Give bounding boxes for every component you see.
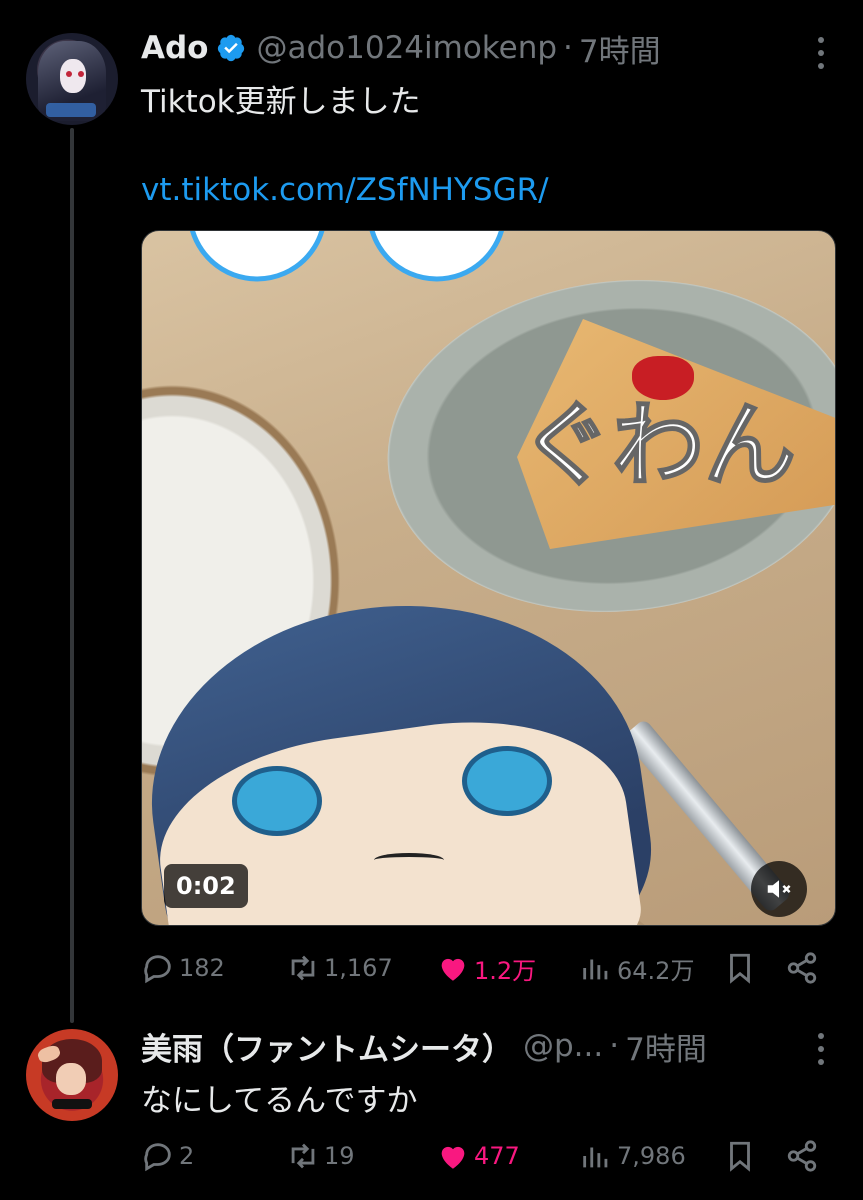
tweet-actions: 182 1,167 1.2万 64.2万 — [141, 948, 821, 988]
retweet-button[interactable]: 1,167 — [286, 948, 393, 988]
reply-icon — [144, 1143, 171, 1172]
handle[interactable]: @ado1024imokenp — [256, 30, 557, 66]
reply-header: 美雨（ファントムシータ） @p... · 7時間 — [141, 1024, 707, 1068]
separator: · — [563, 30, 573, 66]
views-count: 64.2万 — [617, 956, 695, 985]
reply-text: なにしてるんですか — [141, 1083, 418, 1119]
video-duration: 0:02 — [164, 864, 248, 908]
like-button[interactable]: 477 — [436, 1136, 520, 1176]
reply-icon — [144, 955, 171, 984]
retweet-button[interactable]: 19 — [286, 1136, 355, 1176]
views-icon — [583, 959, 608, 980]
display-name[interactable]: 美雨（ファントムシータ） — [141, 1024, 513, 1069]
reply-actions: 2 19 477 7,986 — [141, 1136, 821, 1176]
tweet-text: Tiktok更新しました — [141, 84, 421, 120]
share-button[interactable] — [785, 948, 823, 988]
handle[interactable]: @p... — [523, 1028, 603, 1064]
video-overlay-text: ぐわん — [519, 391, 797, 500]
timestamp[interactable]: 7時間 — [579, 26, 661, 71]
verified-badge-icon — [216, 33, 246, 63]
like-button[interactable]: 1.2万 — [436, 948, 536, 988]
bookmark-button[interactable] — [723, 948, 761, 988]
tweet-link[interactable]: vt.tiktok.com/ZSfNHYSGR/ — [141, 172, 549, 208]
video-player[interactable]: ぐわん 0:02 — [141, 230, 836, 926]
plush-eye — [232, 766, 322, 836]
tweet-header: Ado @ado1024imokenp · 7時間 — [141, 26, 661, 70]
like-count: 477 — [474, 1142, 520, 1170]
bookmark-button[interactable] — [723, 1136, 761, 1176]
bookmark-icon — [730, 1141, 750, 1172]
avatar[interactable] — [26, 1029, 118, 1121]
timestamp[interactable]: 7時間 — [625, 1024, 707, 1069]
reply-count: 182 — [179, 954, 225, 982]
mute-icon[interactable] — [751, 861, 807, 917]
like-count: 1.2万 — [474, 956, 537, 985]
views-icon — [583, 1147, 608, 1168]
plush-mouth — [374, 853, 444, 867]
heart-icon — [441, 1146, 465, 1169]
avatar[interactable] — [26, 33, 118, 125]
separator: · — [609, 1028, 620, 1064]
views-button[interactable]: 7,986 — [579, 1136, 686, 1176]
retweet-icon — [291, 1143, 315, 1169]
more-icon[interactable] — [817, 37, 825, 69]
sticker-ear — [176, 231, 328, 293]
heart-icon — [441, 958, 465, 981]
retweet-count: 19 — [324, 1142, 355, 1170]
reply-button[interactable]: 182 — [141, 948, 225, 988]
bookmark-icon — [730, 953, 750, 984]
share-icon — [787, 1140, 817, 1172]
thread-line — [70, 128, 74, 1023]
more-icon[interactable] — [817, 1033, 825, 1065]
views-button[interactable]: 64.2万 — [579, 948, 694, 988]
share-button[interactable] — [785, 1136, 823, 1176]
reply-button[interactable]: 2 — [141, 1136, 194, 1176]
reply-count: 2 — [179, 1142, 195, 1170]
retweet-icon — [291, 955, 315, 981]
share-icon — [787, 952, 817, 984]
display-name[interactable]: Ado — [141, 30, 208, 66]
sticker-ear — [366, 231, 518, 293]
plush-eye — [462, 746, 552, 816]
retweet-count: 1,167 — [324, 954, 393, 982]
views-count: 7,986 — [617, 1142, 686, 1170]
